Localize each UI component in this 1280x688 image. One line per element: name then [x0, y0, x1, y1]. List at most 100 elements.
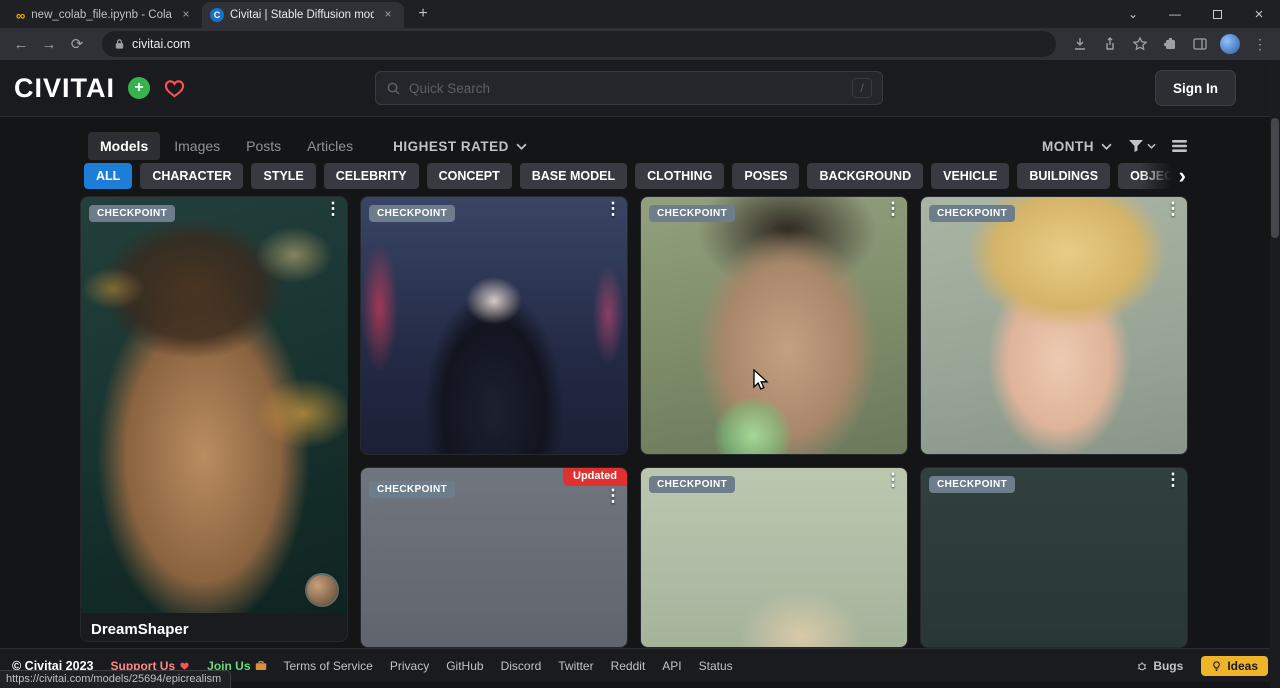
card-menu-icon[interactable]: ⋮: [602, 486, 624, 506]
sort-label: HIGHEST RATED: [393, 139, 509, 154]
filter-funnel-icon: [1128, 139, 1144, 153]
tab-images[interactable]: Images: [162, 132, 232, 160]
category-chip[interactable]: BASE MODEL: [520, 163, 627, 189]
period-dropdown[interactable]: MONTH: [1042, 139, 1112, 154]
page-scrollbar[interactable]: [1270, 60, 1280, 688]
category-chip[interactable]: CLOTHING: [635, 163, 724, 189]
footer-link-status[interactable]: Status: [699, 659, 733, 673]
card-menu-icon[interactable]: ⋮: [322, 199, 344, 219]
browser-menu-icon[interactable]: ⋮: [1248, 32, 1272, 56]
grid-column: CHECKPOINT ⋮ Cetus-Mix ★★★★★ 225 2.7K 42: [360, 196, 628, 648]
updated-badge: Updated: [563, 468, 627, 486]
model-card-dreamshaper[interactable]: CHECKPOINT ⋮ DreamShaper: [80, 196, 348, 642]
model-card-xxmix[interactable]: CHECKPOINT ⋮ XXMix_9realistic ★★★★★ 193 …: [920, 196, 1188, 455]
layout-toggle-button[interactable]: [1172, 139, 1187, 153]
tab-search-icon[interactable]: ⌄: [1112, 0, 1154, 28]
scrollbar-thumb[interactable]: [1271, 118, 1279, 238]
reload-button[interactable]: ⟳: [64, 31, 90, 57]
search-input[interactable]: [409, 81, 844, 96]
content-nav-row: Models Images Posts Articles HIGHEST RAT…: [88, 130, 1187, 162]
model-card-partial[interactable]: Updated CHECKPOINT ⋮: [360, 467, 628, 648]
tab-models[interactable]: Models: [88, 132, 160, 160]
filter-button[interactable]: [1128, 139, 1156, 153]
grid-column: CHECKPOINT ⋮ epiCRealism ★★★★★ 305 3.4K …: [640, 196, 908, 648]
category-chips: ALL CHARACTER STYLE CELEBRITY CONCEPT BA…: [84, 163, 1188, 189]
bugs-button[interactable]: Bugs: [1128, 656, 1191, 676]
card-menu-icon[interactable]: ⋮: [1162, 199, 1184, 219]
category-chip[interactable]: BACKGROUND: [807, 163, 923, 189]
toolbar-icons: ⋮: [1068, 32, 1272, 56]
category-chip[interactable]: CONCEPT: [427, 163, 512, 189]
category-chip[interactable]: STYLE: [251, 163, 315, 189]
minimize-button[interactable]: —: [1154, 0, 1196, 28]
share-icon[interactable]: [1098, 32, 1122, 56]
address-bar[interactable]: civitai.com: [102, 31, 1056, 57]
footer-right-buttons: Bugs Ideas: [1128, 656, 1268, 676]
colab-favicon: ∞: [16, 8, 25, 23]
creator-avatar[interactable]: [307, 575, 337, 605]
category-chip-all[interactable]: ALL: [84, 163, 132, 189]
model-card-cetus-mix[interactable]: CHECKPOINT ⋮ Cetus-Mix ★★★★★ 225 2.7K 42: [360, 196, 628, 455]
civitai-favicon: C: [210, 8, 224, 22]
profile-avatar[interactable]: [1218, 32, 1242, 56]
card-menu-icon[interactable]: ⋮: [1162, 470, 1184, 490]
favorites-heart-icon[interactable]: [163, 78, 186, 99]
footer-link-twitter[interactable]: Twitter: [558, 659, 593, 673]
civitai-logo[interactable]: CIVITAI: [14, 73, 115, 104]
extensions-puzzle-icon[interactable]: [1158, 32, 1182, 56]
chevron-down-icon: [1147, 143, 1156, 149]
tab-colab[interactable]: ∞ new_colab_file.ipynb - Colaborat ×: [8, 2, 202, 28]
tab-civitai[interactable]: C Civitai | Stable Diffusion models, ×: [202, 2, 404, 28]
model-image: CHECKPOINT ⋮: [361, 197, 627, 455]
search-shortcut-key: /: [852, 78, 872, 98]
footer-link-privacy[interactable]: Privacy: [390, 659, 429, 673]
maximize-button[interactable]: [1196, 0, 1238, 28]
bookmark-star-icon[interactable]: [1128, 32, 1152, 56]
bugs-label: Bugs: [1153, 659, 1183, 673]
window-controls: ⌄ — ×: [1112, 0, 1280, 28]
card-menu-icon[interactable]: ⋮: [882, 470, 904, 490]
back-button[interactable]: ←: [8, 31, 34, 57]
model-card-partial[interactable]: CHECKPOINT ⋮: [920, 467, 1188, 648]
side-panel-icon[interactable]: [1188, 32, 1212, 56]
footer-link-terms[interactable]: Terms of Service: [284, 659, 373, 673]
model-card-partial[interactable]: CHECKPOINT ⋮: [640, 467, 908, 648]
categories-scroll-right-button[interactable]: ›: [1140, 163, 1188, 189]
footer-link-github[interactable]: GitHub: [446, 659, 483, 673]
footer-link-reddit[interactable]: Reddit: [611, 659, 646, 673]
grid-column: CHECKPOINT ⋮ DreamShaper: [80, 196, 348, 648]
category-chip[interactable]: CHARACTER: [140, 163, 243, 189]
category-chip[interactable]: VEHICLE: [931, 163, 1009, 189]
card-menu-icon[interactable]: ⋮: [602, 199, 624, 219]
model-image: Updated CHECKPOINT ⋮: [361, 468, 627, 648]
new-tab-button[interactable]: +: [410, 2, 436, 28]
category-chip[interactable]: CELEBRITY: [324, 163, 419, 189]
ideas-button[interactable]: Ideas: [1201, 656, 1268, 676]
checkpoint-badge: CHECKPOINT: [929, 476, 1015, 493]
tab-close-icon[interactable]: ×: [380, 7, 396, 23]
tab-posts[interactable]: Posts: [234, 132, 293, 160]
model-image: CHECKPOINT ⋮: [921, 197, 1187, 455]
footer-link-discord[interactable]: Discord: [501, 659, 542, 673]
forward-button[interactable]: →: [36, 31, 62, 57]
tab-close-icon[interactable]: ×: [178, 7, 194, 23]
tab-articles[interactable]: Articles: [295, 132, 365, 160]
category-chip[interactable]: POSES: [732, 163, 799, 189]
bug-icon: [1136, 660, 1148, 672]
search-icon: [386, 81, 401, 96]
nav-right-controls: MONTH: [1042, 139, 1187, 154]
create-plus-button[interactable]: +: [128, 77, 150, 99]
sign-in-button[interactable]: Sign In: [1155, 70, 1236, 106]
card-menu-icon[interactable]: ⋮: [882, 199, 904, 219]
list-layout-icon: [1172, 139, 1187, 153]
sort-dropdown[interactable]: HIGHEST RATED: [393, 139, 527, 154]
model-card-epicrealism[interactable]: CHECKPOINT ⋮ epiCRealism ★★★★★ 305 3.4K …: [640, 196, 908, 455]
footer-link-api[interactable]: API: [662, 659, 681, 673]
browser-tab-strip: ∞ new_colab_file.ipynb - Colaborat × C C…: [0, 0, 1280, 28]
checkpoint-badge: CHECKPOINT: [369, 481, 455, 498]
chevron-down-icon: [1101, 143, 1112, 150]
download-icon[interactable]: [1068, 32, 1092, 56]
close-window-button[interactable]: ×: [1238, 0, 1280, 28]
category-chip[interactable]: BUILDINGS: [1017, 163, 1110, 189]
chevron-right-icon: ›: [1179, 165, 1186, 187]
